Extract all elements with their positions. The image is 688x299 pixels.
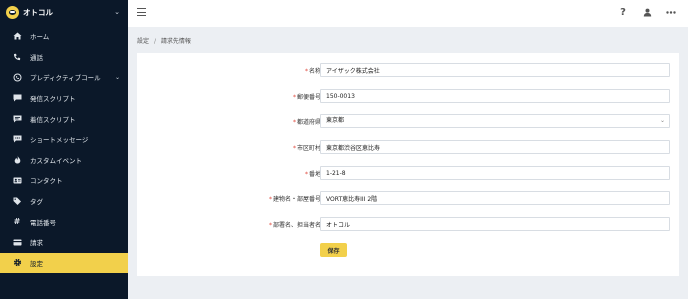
sidebar-item-billing[interactable]: 請求 xyxy=(0,232,128,253)
form-row-postal-code: *郵便番号： xyxy=(137,89,679,103)
comment-icon xyxy=(12,94,22,102)
postal-code-input[interactable] xyxy=(320,89,670,103)
form-row-street-number: *番地： xyxy=(137,166,679,180)
hamburger-menu-icon[interactable] xyxy=(137,8,146,17)
breadcrumb-current: 請求先情報 xyxy=(160,38,191,45)
sidebar-item-label: ショートメッセージ xyxy=(30,136,89,145)
sidebar-nav: ホーム 通話 プレディクティブコール ⌄ 発信スクリプト 着信スクリプト ショー… xyxy=(0,26,128,274)
sidebar-item-label: タグ xyxy=(30,198,43,207)
breadcrumb-separator: / xyxy=(153,38,156,45)
form-row-company-name: *名称： xyxy=(137,63,679,77)
breadcrumb: 設定 / 請求先情報 xyxy=(137,36,191,45)
company-name-input[interactable] xyxy=(320,63,670,77)
form-row-building: *建物名・部屋番号： xyxy=(137,191,679,205)
building-room-input[interactable] xyxy=(320,191,670,205)
chat-icon xyxy=(12,135,22,143)
sidebar-item-home[interactable]: ホーム xyxy=(0,26,128,47)
sidebar-item-label: 着信スクリプト xyxy=(30,115,76,124)
sidebar-item-contacts[interactable]: コンタクト xyxy=(0,170,128,191)
chevron-down-icon: ⌄ xyxy=(114,8,120,16)
sidebar-item-label: 発信スクリプト xyxy=(30,95,76,104)
sidebar-item-settings[interactable]: 設定 xyxy=(0,252,128,274)
prefecture-select[interactable]: 東京都 xyxy=(320,114,670,128)
chevron-down-icon: ⌄ xyxy=(659,117,665,124)
more-options-icon[interactable] xyxy=(666,6,676,18)
top-bar: ? xyxy=(128,0,688,27)
predictive-call-icon xyxy=(12,73,22,82)
brand-switcher[interactable]: オトコル ⌄ xyxy=(0,0,128,24)
home-icon xyxy=(12,32,22,40)
sidebar-item-short-message[interactable]: ショートメッセージ xyxy=(0,129,128,150)
sidebar-item-label: ホーム xyxy=(30,33,50,42)
sidebar-item-calls[interactable]: 通話 xyxy=(0,47,128,68)
form-row-city: *市区町村： xyxy=(137,140,679,154)
phone-icon xyxy=(12,53,22,61)
hash-icon: # xyxy=(13,217,21,227)
sidebar-item-phone-numbers[interactable]: # 電話番号 xyxy=(0,211,128,232)
department-contact-input[interactable] xyxy=(320,217,670,231)
sidebar-item-label: 請求 xyxy=(30,239,43,248)
billing-info-form: *名称： *郵便番号： *都道府県： 東京都 ⌄ *市区町村： *番地： *建物… xyxy=(137,53,679,276)
breadcrumb-settings-link[interactable]: 設定 xyxy=(137,38,149,45)
sidebar-item-inbound-scripts[interactable]: 着信スクリプト xyxy=(0,108,128,129)
sidebar-item-custom-events[interactable]: カスタムイベント xyxy=(0,150,128,171)
brand-name: オトコル xyxy=(23,7,53,17)
save-button[interactable]: 保存 xyxy=(320,243,347,257)
city-input[interactable] xyxy=(320,140,670,154)
street-number-input[interactable] xyxy=(320,166,670,180)
credit-card-icon xyxy=(12,239,22,246)
sidebar-item-label: 電話番号 xyxy=(30,218,56,227)
sidebar-item-label: プレディクティブコール xyxy=(30,74,101,83)
form-row-department-contact: *部署名、担当者名： xyxy=(137,217,679,231)
contact-card-icon xyxy=(12,177,22,184)
top-bar-actions: ? xyxy=(618,6,676,18)
form-row-prefecture: *都道府県： 東京都 ⌄ xyxy=(137,114,679,128)
comment-alt-icon xyxy=(12,115,22,123)
tags-icon xyxy=(12,197,22,206)
help-icon[interactable]: ? xyxy=(618,6,628,18)
sidebar-item-outbound-scripts[interactable]: 発信スクリプト xyxy=(0,88,128,109)
field-label: *建物名・部屋番号： xyxy=(268,196,327,203)
sidebar: オトコル ⌄ ホーム 通話 プレディクティブコール ⌄ 発信スクリプト 着信スク… xyxy=(0,0,128,299)
user-icon[interactable] xyxy=(642,6,652,18)
sidebar-item-label: コンタクト xyxy=(30,177,63,186)
field-label: *部署名、担当者名： xyxy=(268,222,327,229)
sidebar-item-label: 通話 xyxy=(30,53,43,62)
sidebar-item-label: 設定 xyxy=(30,259,43,268)
sidebar-item-tags[interactable]: タグ xyxy=(0,191,128,212)
otokoru-logo xyxy=(6,5,19,19)
sidebar-item-label: カスタムイベント xyxy=(30,156,82,165)
fire-icon xyxy=(12,155,22,164)
sidebar-item-predictive-call[interactable]: プレディクティブコール ⌄ xyxy=(0,67,128,88)
gear-icon xyxy=(12,258,22,267)
chevron-down-icon: ⌄ xyxy=(114,73,120,81)
